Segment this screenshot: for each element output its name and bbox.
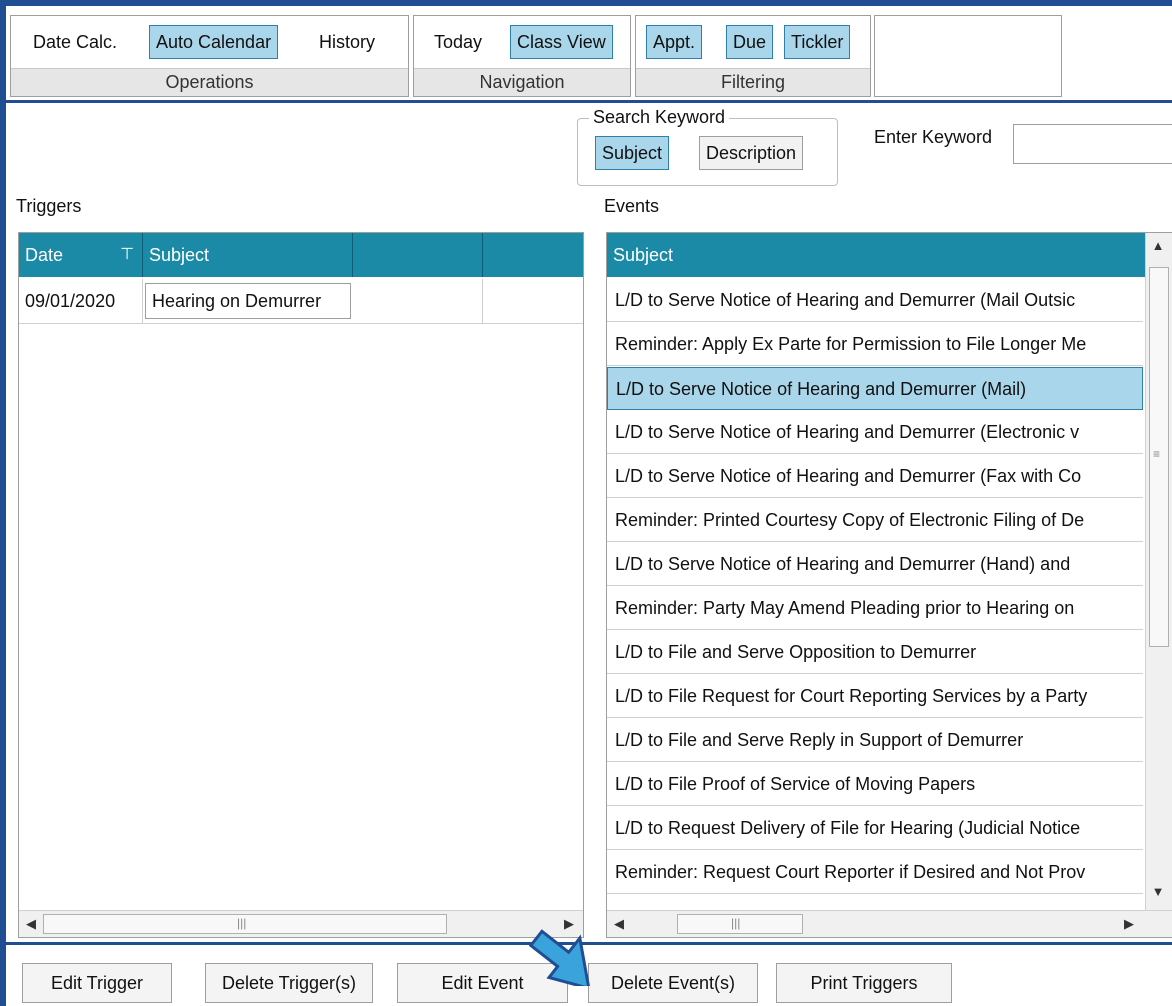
trigger-empty-cell <box>353 279 483 323</box>
grip-icon: ||| <box>731 916 741 930</box>
keyword-input[interactable] <box>1013 124 1172 164</box>
ribbon-separator <box>6 100 1172 103</box>
operations-group: Date Calc. Auto Calendar History Operati… <box>10 15 409 97</box>
delete-triggers-button[interactable]: Delete Trigger(s) <box>205 963 373 1003</box>
enter-keyword-label: Enter Keyword <box>874 127 993 147</box>
subject-column-header[interactable]: Subject <box>143 233 353 277</box>
list-item[interactable]: L/D to File Request for Court Reporting … <box>607 675 1143 718</box>
events-label: Events <box>604 196 660 216</box>
list-item[interactable]: Reminder: Party May Amend Pleading prior… <box>607 587 1143 630</box>
pointer-arrow-icon <box>528 929 591 986</box>
edit-trigger-button[interactable]: Edit Trigger <box>22 963 172 1003</box>
filter-icon[interactable]: ⊤ <box>120 233 134 277</box>
scroll-left-icon[interactable]: ◀ <box>21 911 41 937</box>
list-item[interactable]: Reminder: Apply Ex Parte for Permission … <box>607 323 1143 366</box>
triggers-grid: Date ⊤ Subject 09/01/2020 Hearing on Dem… <box>18 232 584 938</box>
date-header-label: Date <box>25 245 64 265</box>
auto-calendar-window: Date Calc. Auto Calendar History Operati… <box>6 6 1172 1006</box>
triggers-header: Date ⊤ Subject <box>19 233 583 277</box>
today-button[interactable]: Today <box>428 25 488 59</box>
events-grid: Subject L/D to Serve Notice of Hearing a… <box>606 232 1172 938</box>
triggers-horizontal-scrollbar[interactable]: ◀ ||| ▶ <box>19 910 583 937</box>
grip-icon: ≡ <box>1153 447 1161 461</box>
trigger-subject-cell[interactable]: Hearing on Demurrer <box>145 283 351 319</box>
scroll-down-icon[interactable]: ▼ <box>1148 883 1168 901</box>
print-triggers-button[interactable]: Print Triggers <box>776 963 952 1003</box>
due-filter-button[interactable]: Due <box>726 25 774 59</box>
list-item[interactable]: L/D to Serve Notice of Hearing and Demur… <box>607 543 1143 586</box>
scroll-up-icon[interactable]: ▲ <box>1148 237 1168 255</box>
grip-icon: ||| <box>237 916 247 930</box>
search-keyword-legend: Search Keyword <box>589 107 730 128</box>
subject-column-header[interactable]: Subject <box>607 233 1145 277</box>
navigation-group: Today Class View Navigation <box>413 15 631 97</box>
scroll-right-icon[interactable]: ▶ <box>1119 911 1139 937</box>
list-item[interactable]: L/D to File and Serve Opposition to Demu… <box>607 631 1143 674</box>
date-column-header[interactable]: Date ⊤ <box>19 233 143 277</box>
search-description-toggle[interactable]: Description <box>699 136 804 170</box>
filtering-caption: Filtering <box>636 68 870 96</box>
triggers-label: Triggers <box>16 196 82 216</box>
events-header: Subject <box>607 233 1145 277</box>
history-button[interactable]: History <box>313 25 381 59</box>
date-calc-button[interactable]: Date Calc. <box>27 25 123 59</box>
ribbon-empty-group <box>874 15 1062 97</box>
delete-events-button[interactable]: Delete Event(s) <box>588 963 758 1003</box>
navigation-caption: Navigation <box>414 68 630 96</box>
column-header-3[interactable] <box>353 233 483 277</box>
trigger-date-cell: 09/01/2020 <box>19 279 143 323</box>
events-vertical-scrollbar[interactable]: ▲ ≡ ▼ <box>1145 233 1172 910</box>
list-item[interactable]: L/D to Request Delivery of File for Hear… <box>607 807 1143 850</box>
scroll-left-icon[interactable]: ◀ <box>609 911 629 937</box>
list-item[interactable]: L/D to Serve Notice of Hearing and Demur… <box>607 367 1143 410</box>
list-item[interactable]: L/D to Serve Notice of Hearing and Demur… <box>607 455 1143 498</box>
list-item[interactable]: Reminder: Printed Courtesy Copy of Elect… <box>607 499 1143 542</box>
trigger-empty-cell <box>483 279 583 323</box>
auto-calendar-button[interactable]: Auto Calendar <box>149 25 279 59</box>
list-item[interactable]: L/D to File Proof of Service of Moving P… <box>607 763 1143 806</box>
column-header-4[interactable] <box>483 233 583 277</box>
tickler-filter-button[interactable]: Tickler <box>784 25 851 59</box>
search-subject-toggle[interactable]: Subject <box>595 136 670 170</box>
ribbon-toolbar: Date Calc. Auto Calendar History Operati… <box>6 6 1172 102</box>
class-view-button[interactable]: Class View <box>510 25 613 59</box>
list-item[interactable]: Reminder: Request Court Reporter if Desi… <box>607 851 1143 894</box>
list-item[interactable]: L/D to Serve Notice of Hearing and Demur… <box>607 411 1143 454</box>
appt-filter-button[interactable]: Appt. <box>646 25 703 59</box>
events-horizontal-scrollbar[interactable]: ◀ ||| ▶ <box>607 910 1172 937</box>
filtering-group: Appt. Due Tickler Filtering <box>635 15 871 97</box>
table-row[interactable]: 09/01/2020 Hearing on Demurrer <box>19 279 583 324</box>
list-item[interactable]: L/D to Serve Notice of Hearing and Demur… <box>607 279 1143 322</box>
operations-caption: Operations <box>11 68 408 96</box>
list-item[interactable]: L/D to File and Serve Reply in Support o… <box>607 719 1143 762</box>
